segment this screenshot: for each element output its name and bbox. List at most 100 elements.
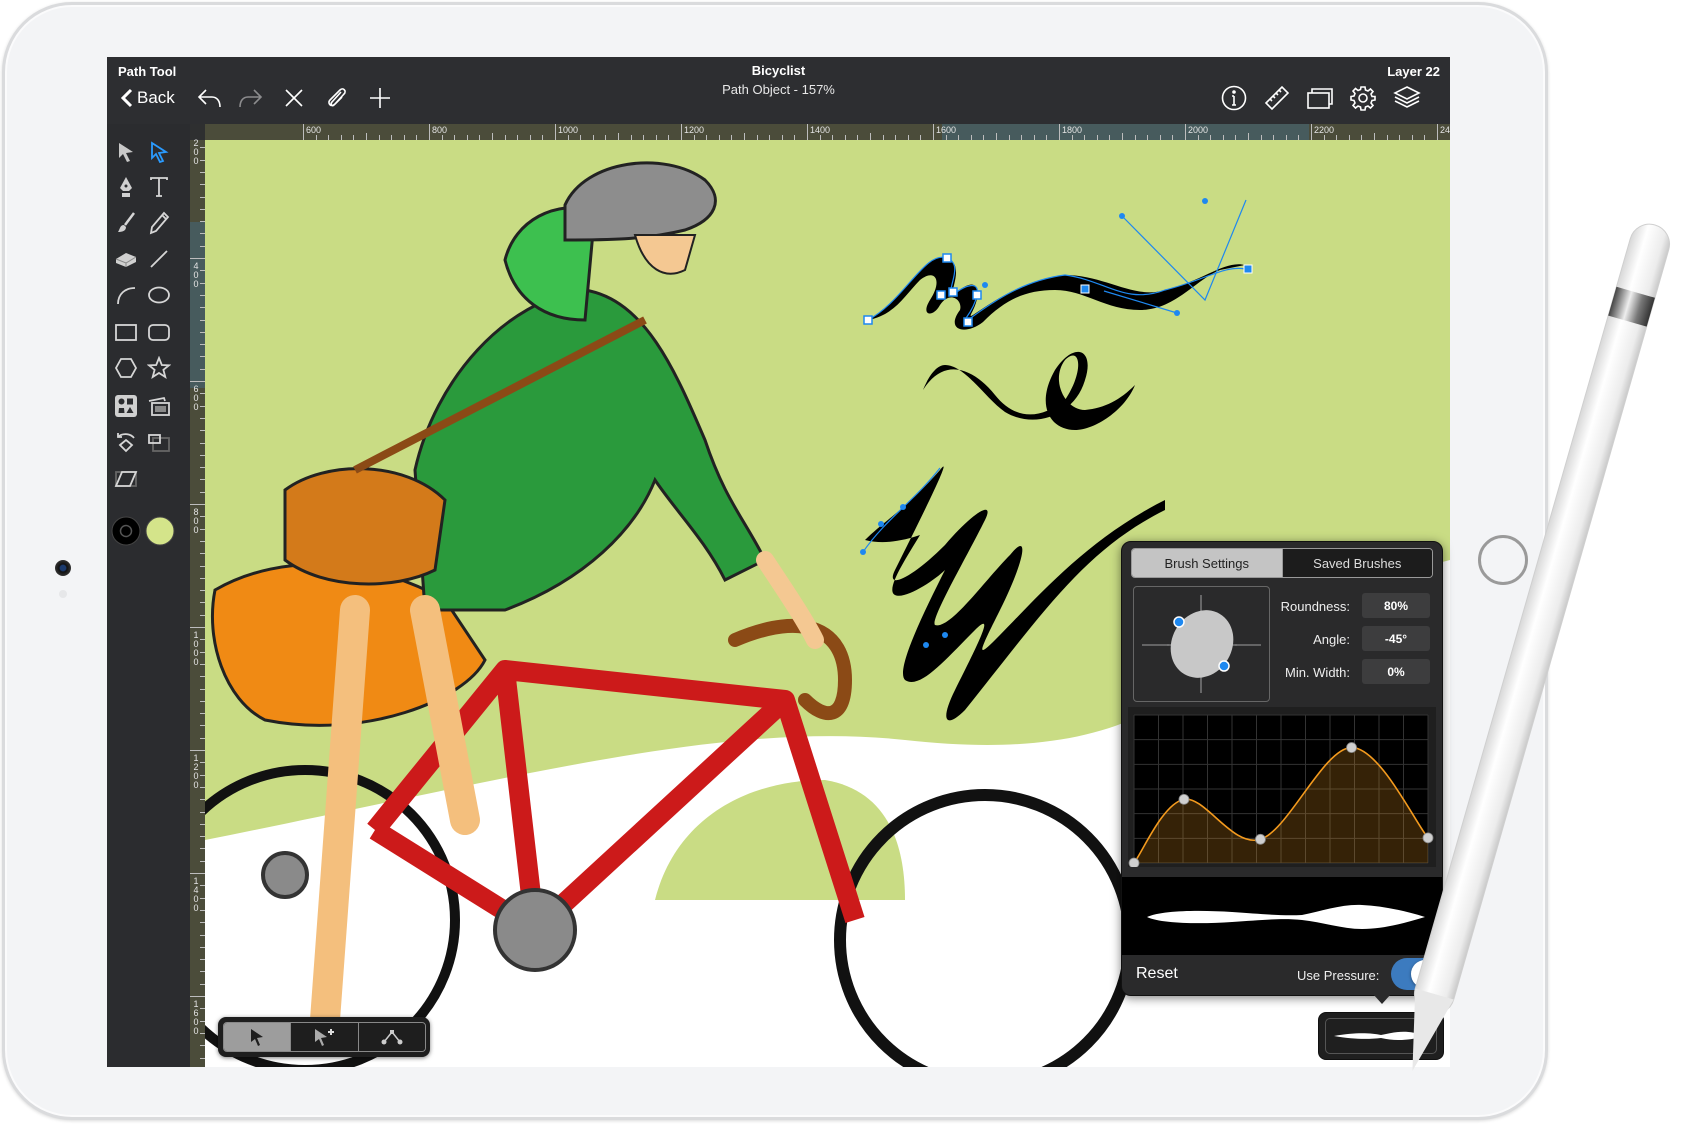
eraser-icon [115,253,137,267]
arrow-outline-icon [151,141,169,163]
bezier-handle-point[interactable] [878,521,884,527]
canvas-button[interactable] [1305,83,1335,113]
bag [283,467,447,586]
direct-select-tool[interactable] [144,137,174,167]
ellipse-tool[interactable] [144,280,174,310]
plus-icon [370,88,390,108]
camera-icon [55,560,71,576]
angle-field[interactable]: -45° [1362,626,1430,651]
stroke-color-swatch[interactable] [109,514,143,548]
tab-brush-settings[interactable]: Brush Settings [1132,549,1282,577]
select-mode-button[interactable] [224,1023,291,1051]
polygon-tool[interactable] [111,353,141,383]
bezier-handle-point[interactable] [923,642,929,648]
arc-tool[interactable] [111,280,141,310]
settings-button[interactable] [1348,83,1378,113]
pencil-tool[interactable] [144,208,174,238]
scale-tool[interactable] [144,428,174,458]
chainring [493,888,577,972]
ruler-tick [996,133,997,140]
ruler-button[interactable] [1262,83,1292,113]
bezier-handle-point[interactable] [1174,310,1180,316]
bezier-handle-point[interactable] [860,549,866,555]
node-mode-button[interactable] [357,1023,425,1051]
ruler-label: 600 [193,384,199,412]
top-bar: Path Tool Bicyclist Path Object - 157% L… [107,57,1450,124]
skew-tool[interactable] [111,464,141,494]
selected-anchor-point[interactable] [1080,284,1090,294]
brush-stroke-3[interactable] [862,466,1165,721]
rectangle-tool[interactable] [111,317,141,347]
attach-button[interactable] [321,83,351,113]
fill-color-swatch[interactable] [143,514,177,548]
line-tool[interactable] [144,244,174,274]
brush-stroke-1[interactable] [867,199,1247,330]
tab-saved-brushes[interactable]: Saved Brushes [1281,549,1432,577]
stroke-shape [923,351,1135,430]
curve-control-point[interactable] [1128,857,1140,869]
curve-control-point[interactable] [1178,793,1190,805]
bezier-handle-point[interactable] [1202,198,1208,204]
roundness-handle[interactable] [1173,616,1185,628]
popover-arrow [1373,994,1391,1004]
delete-button[interactable] [279,83,309,113]
text-tool[interactable] [144,172,174,202]
redo-button[interactable] [235,83,265,113]
selected-anchor-point[interactable] [1243,264,1253,274]
pen-tool[interactable] [111,172,141,202]
ruler-tick [870,133,871,140]
bezier-handle-point[interactable] [942,632,948,638]
arc-icon [117,287,136,305]
brush-tabs: Brush Settings Saved Brushes [1131,548,1433,578]
ruler-tick [1311,124,1312,140]
angle-handle[interactable] [1218,660,1230,672]
horizontal-ruler[interactable]: 600 800 1000 1200 1400 1600 1800 2000 2200 2400 [190,124,1450,141]
images-icon [148,396,170,416]
anchor-point[interactable] [942,253,952,263]
curve-control-point[interactable] [1255,833,1266,845]
star-icon [147,356,171,379]
rounded-rect-tool[interactable] [144,317,174,347]
rear-cog [261,851,309,899]
layer-label[interactable]: Layer 22 [1387,64,1440,79]
ruler-label: 1600 [193,999,199,1036]
home-button[interactable] [1478,535,1528,585]
star-tool[interactable] [144,353,174,383]
add-point-mode-button[interactable] [290,1023,358,1051]
ruler-label: 2400 [1440,125,1450,135]
image-tool[interactable] [144,391,174,421]
anchor-point[interactable] [863,315,873,325]
brush-preset-button[interactable] [1318,1012,1444,1060]
canvas-icon [1307,88,1333,109]
undo-icon [197,89,221,108]
brush-icon [118,212,135,232]
bezier-handle-point[interactable] [982,282,988,288]
vertical-ruler[interactable]: 200 400 600 800 1000 1200 1400 1600 [190,139,205,1067]
shapes-library-tool[interactable] [111,391,141,421]
brush-stroke-2[interactable] [923,351,1135,430]
anchor-point[interactable] [948,287,958,297]
eraser-tool[interactable] [111,244,141,274]
ruler-label: 1200 [684,125,705,135]
anchor-point[interactable] [972,290,982,300]
info-button[interactable] [1219,83,1249,113]
anchor-point[interactable] [936,290,946,300]
curve-control-point[interactable] [1346,742,1357,753]
rotate-tool[interactable] [111,428,141,458]
layers-button[interactable] [1392,83,1422,113]
back-button[interactable]: Back [121,83,175,113]
roundness-field[interactable]: 80% [1362,593,1430,618]
brush-tool[interactable] [111,208,141,238]
path-edit-mode-bar [218,1017,430,1057]
bezier-handle-point[interactable] [1119,213,1125,219]
curve-control-point[interactable] [1422,832,1434,844]
use-pressure-toggle[interactable] [1391,958,1441,990]
select-tool[interactable] [111,137,141,167]
anchor-point[interactable] [963,317,973,327]
add-button[interactable] [365,83,395,113]
min-width-field[interactable]: 0% [1362,659,1430,684]
reset-button[interactable]: Reset [1136,965,1178,983]
undo-button[interactable] [195,83,225,113]
pressure-curve-editor[interactable] [1128,707,1436,869]
bezier-handle-point[interactable] [900,504,906,510]
